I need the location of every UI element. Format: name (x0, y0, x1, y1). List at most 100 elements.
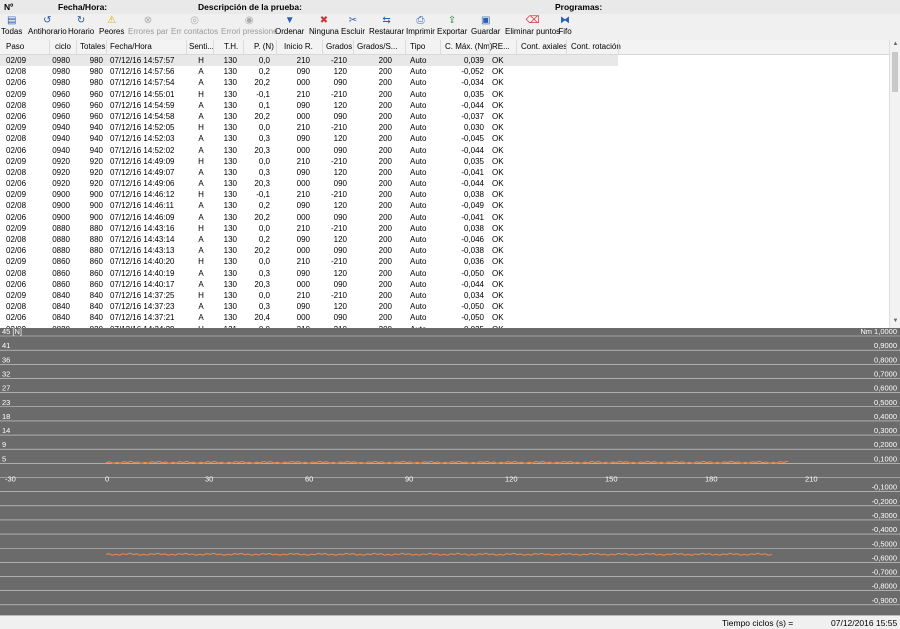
right-axis-tick: 0,7000 (874, 369, 897, 378)
table-row[interactable]: 02/09 0900 900 07/12/16 14:46:12 H 130 -0,1 210… (0, 189, 890, 200)
column-header[interactable]: C. Máx. (Nm) (445, 42, 493, 51)
table-cell: -0,052 (461, 67, 484, 77)
table-row[interactable]: 02/06 0860 860 07/12/16 14:40:17 A 130 20,3 000… (0, 279, 890, 290)
column-separator[interactable] (322, 40, 323, 54)
table-cell: 880 (89, 246, 103, 256)
column-separator[interactable] (405, 40, 406, 54)
column-header[interactable]: Grados/S... (357, 42, 397, 51)
table-cell: A (198, 313, 204, 323)
column-separator[interactable] (489, 40, 490, 54)
table-row[interactable]: 02/09 0860 860 07/12/16 14:40:20 H 130 0,0 210-… (0, 256, 890, 267)
toolbar-button-errores-par[interactable]: ⊗ Errores par (128, 15, 168, 39)
table-row[interactable]: 02/06 0880 880 07/12/16 14:43:13 A 130 20,2 000… (0, 245, 890, 256)
column-separator[interactable] (276, 40, 277, 54)
table-row[interactable]: 02/06 0960 960 07/12/16 14:54:58 A 130 20,2 000… (0, 111, 890, 122)
table-cell: 000 (296, 212, 310, 222)
toolbar-button-ninguna[interactable]: ✖ Ninguna (309, 15, 339, 39)
table-cell: A (198, 111, 204, 121)
column-header[interactable]: ciclo (55, 42, 71, 51)
table-row[interactable]: 02/06 0920 920 07/12/16 14:49:06 A 130 20,3 000… (0, 178, 890, 189)
table-cell: 200 (378, 67, 392, 77)
toolbar-button-todas[interactable]: ▤ Todas (1, 15, 22, 39)
table-cell: 07/12/16 14:46:11 (110, 201, 174, 211)
table-cell: 07/12/16 14:40:17 (110, 279, 175, 289)
table-cell: 940 (89, 134, 103, 144)
table-row[interactable]: 02/08 0920 920 07/12/16 14:49:07 A 130 0,3 090 1… (0, 167, 890, 178)
column-header[interactable]: T.H. (224, 42, 238, 51)
column-header[interactable]: Inicio R. (284, 42, 313, 51)
table-row[interactable]: 02/09 0920 920 07/12/16 14:49:09 H 130 0,0 210-… (0, 156, 890, 167)
toolbar-button-antihorario[interactable]: ↺ Antihorario (28, 15, 67, 39)
column-separator[interactable] (106, 40, 107, 54)
table-row[interactable]: 02/09 0880 880 07/12/16 14:43:16 H 130 0,0 210-… (0, 223, 890, 234)
table-row[interactable]: 02/09 0960 960 07/12/16 14:55:01 H 130 -0,1 210… (0, 89, 890, 100)
column-header[interactable]: Cont. rotación (571, 42, 621, 51)
table-row[interactable]: 02/09 0840 840 07/12/16 14:37:25 H 130 0,0 210-… (0, 290, 890, 301)
table-row[interactable]: 02/09 0940 940 07/12/16 14:52:05 H 130 0,0 210-… (0, 122, 890, 133)
table-row[interactable]: 02/08 0960 960 07/12/16 14:54:59 A 130 0,1 090 1… (0, 100, 890, 111)
results-table[interactable]: Paso ciclo Totales Fecha/Hora Senti... T.H. P.… (0, 40, 900, 328)
column-header[interactable]: Grados (326, 42, 352, 51)
table-cell: OK (492, 179, 504, 189)
column-separator[interactable] (243, 40, 244, 54)
toolbar-button-label: Errori pressione (221, 27, 278, 36)
column-separator[interactable] (76, 40, 77, 54)
table-row[interactable]: 02/09 0980 980 07/12/16 14:57:57 H 130 0,0 210-… (0, 55, 618, 67)
column-separator[interactable] (49, 40, 50, 54)
toolbar-button-ordenar[interactable]: ▼ Ordenar (275, 15, 304, 39)
scroll-thumb[interactable] (892, 52, 898, 92)
toolbar-button-horario[interactable]: ↻ Horario (68, 15, 94, 39)
table-row[interactable]: 02/08 0860 860 07/12/16 14:40:19 A 130 0,3 090 1… (0, 268, 890, 279)
table-cell: 120 (333, 268, 347, 278)
table-row[interactable]: 02/08 0940 940 07/12/16 14:52:03 A 130 0,3 090 1… (0, 133, 890, 144)
column-separator[interactable] (516, 40, 517, 54)
toolbar-button-restaurar[interactable]: ⇆ Restaurar (369, 15, 404, 39)
column-separator[interactable] (213, 40, 214, 54)
scroll-up-icon[interactable]: ▲ (891, 41, 900, 50)
table-row[interactable]: 02/06 0840 840 07/12/16 14:37:21 A 130 20,4 000… (0, 312, 890, 323)
column-header[interactable]: Paso (6, 42, 24, 51)
table-row[interactable]: 02/06 0980 980 07/12/16 14:57:54 A 130 20,2 000… (0, 77, 890, 88)
table-row[interactable]: 02/06 0900 900 07/12/16 14:46:09 A 130 20,2 000… (0, 212, 890, 223)
column-header[interactable]: Totales (80, 42, 105, 51)
table-cell: OK (492, 145, 504, 155)
column-header[interactable]: RE... (492, 42, 510, 51)
toolbar-button-label: Imprimir (406, 27, 435, 36)
table-row[interactable]: 02/06 0940 940 07/12/16 14:52:02 A 130 20,3 000… (0, 145, 890, 156)
column-separator[interactable] (566, 40, 567, 54)
table-cell: Auto (410, 268, 427, 278)
column-separator[interactable] (440, 40, 441, 54)
table-cell: 0900 (52, 190, 70, 200)
column-header[interactable]: P. (N) (254, 42, 274, 51)
toolbar: ▤ Todas ↺ Antihorario ↻ Horario ⚠ Peores ⊗ Errore… (0, 14, 900, 41)
column-header[interactable]: Cont. axiales (521, 42, 567, 51)
toolbar-button-escluir[interactable]: ✂ Escluir (341, 15, 365, 39)
table-cell: A (198, 179, 204, 189)
column-separator[interactable] (186, 40, 187, 54)
table-row[interactable]: 02/08 0980 980 07/12/16 14:57:56 A 130 0,2 090 1… (0, 66, 890, 77)
toolbar-button-guardar[interactable]: ▣ Guardar (471, 15, 500, 39)
column-separator[interactable] (353, 40, 354, 54)
table-cell: 0860 (52, 279, 70, 289)
toolbar-button-exportar[interactable]: ⇪ Exportar (437, 15, 467, 39)
scroll-down-icon[interactable]: ▼ (891, 318, 900, 327)
toolbar-button-imprimir[interactable]: ⎙ Imprimir (406, 15, 435, 39)
column-header[interactable]: Fecha/Hora (110, 42, 152, 51)
column-separator[interactable] (618, 40, 619, 54)
table-row[interactable]: 02/08 0840 840 07/12/16 14:37:23 A 130 0,3 090 1… (0, 301, 890, 312)
vertical-scrollbar[interactable]: ▲ ▼ (889, 40, 900, 328)
column-header[interactable]: Senti... (189, 42, 214, 51)
table-row[interactable]: 02/08 0880 880 07/12/16 14:43:14 A 130 0,2 090 1… (0, 234, 890, 245)
left-axis-tick: 23 (2, 398, 10, 407)
warning-icon: ⚠ (107, 15, 117, 26)
toolbar-button-err-contactos[interactable]: ◎ Err contactos (171, 15, 218, 39)
table-cell: H (198, 123, 204, 133)
table-cell: H (198, 257, 204, 267)
toolbar-button-fifo[interactable]: ⧓ Fifo (558, 15, 572, 39)
table-row[interactable]: 02/08 0900 900 07/12/16 14:46:11 A 130 0,2 090 1… (0, 200, 890, 211)
table-cell: 090 (333, 212, 347, 222)
toolbar-button-peores[interactable]: ⚠ Peores (99, 15, 124, 39)
toolbar-button-errori-pressione[interactable]: ◉ Errori pressione (221, 15, 277, 39)
column-header[interactable]: Tipo (410, 42, 425, 51)
toolbar-button-eliminar-puntos[interactable]: ⌫ Eliminar puntos (505, 15, 560, 39)
